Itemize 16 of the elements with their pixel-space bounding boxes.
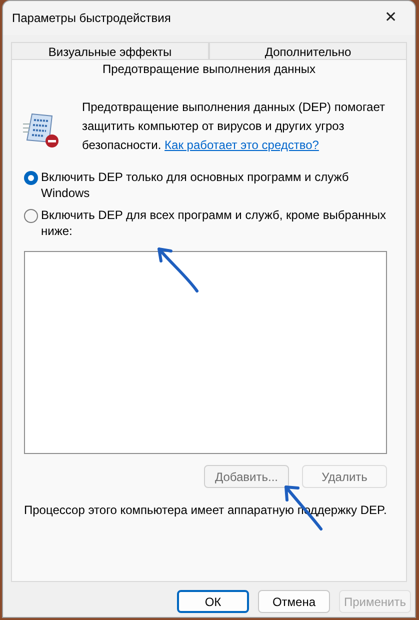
dialog-button[interactable]: Отмена: [258, 590, 330, 613]
tab[interactable]: Дополнительно: [209, 42, 407, 59]
list-button[interactable]: Удалить: [302, 465, 387, 488]
tab[interactable]: Визуальные эффекты: [11, 42, 209, 59]
dialog-button[interactable]: ОК: [177, 590, 249, 613]
help-link[interactable]: Как работает это средство?: [164, 138, 319, 152]
document-icon: [22, 112, 60, 148]
radio-button[interactable]: [24, 171, 38, 185]
close-button[interactable]: ✕: [371, 4, 411, 32]
tab[interactable]: Предотвращение выполнения данных: [11, 59, 407, 78]
window-title: Параметры быстродействия: [12, 10, 171, 27]
list-button[interactable]: Добавить...: [204, 465, 289, 488]
radio-button[interactable]: [24, 209, 38, 223]
radio-label[interactable]: Включить DEP для всех программ и служб, кроме выбранных ниже:: [41, 207, 387, 239]
radio-label[interactable]: Включить DEP только для основных программ и служб Windows: [41, 169, 387, 201]
description-text: Предотвращение выполнения данных (DEP) помогает защитить компьютер от вирусов и других угроз безопасности. Как работает это средство?: [82, 99, 386, 154]
